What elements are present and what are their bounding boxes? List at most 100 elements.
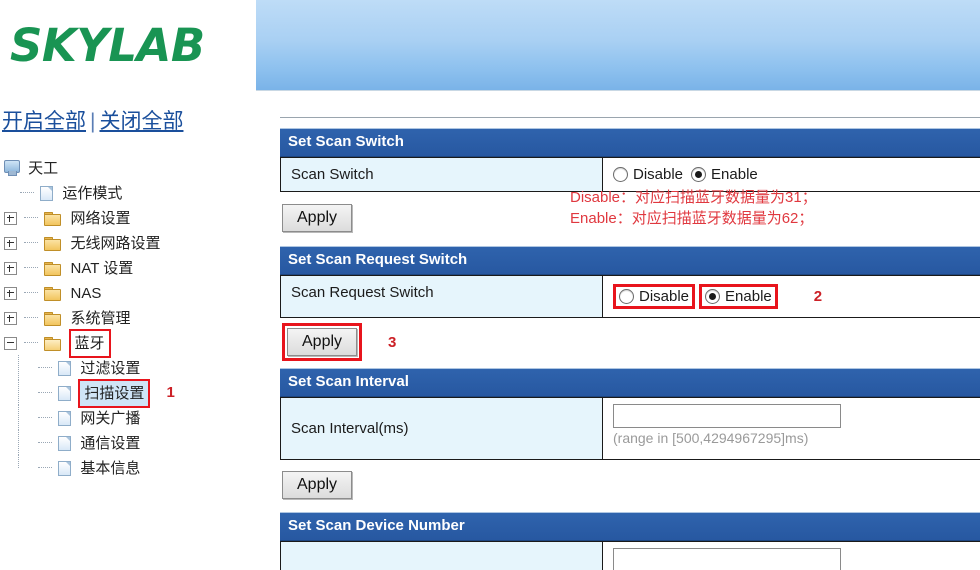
annotation-marker-2: 2 bbox=[813, 288, 823, 305]
table-row: Scan Interval(ms) (range in [500,4294967… bbox=[280, 397, 980, 460]
apply-button-scan-interval[interactable]: Apply bbox=[282, 471, 353, 499]
sidebar-item-label: 运作模式 bbox=[62, 184, 123, 202]
sidebar-item-network-settings[interactable]: 网络设置 bbox=[4, 205, 254, 230]
sidebar-item-nas[interactable]: NAS bbox=[4, 280, 254, 305]
sidebar-item-gateway-broadcast[interactable]: 网关广播 bbox=[4, 405, 254, 430]
sidebar-item-operation-mode[interactable]: 运作模式 bbox=[4, 180, 254, 205]
expand-plus-icon[interactable] bbox=[4, 311, 17, 325]
scan-switch-radio-group: Disable Enable bbox=[613, 166, 766, 183]
sidebar-item-label: 系统管理 bbox=[70, 309, 131, 327]
tree-connector bbox=[24, 317, 39, 319]
sidebar-item-bluetooth[interactable]: 蓝牙 bbox=[4, 328, 254, 358]
tree-connector bbox=[24, 267, 39, 269]
document-icon bbox=[40, 185, 54, 201]
tree-connector bbox=[24, 292, 39, 294]
row-label: Scan Interval(ms) bbox=[281, 398, 603, 459]
radio-dot-icon bbox=[705, 289, 721, 304]
table-row bbox=[280, 541, 980, 570]
apply-bar: Apply bbox=[280, 460, 980, 512]
sidebar-item-label: 通信设置 bbox=[80, 434, 141, 452]
radio-dot-icon bbox=[619, 289, 634, 304]
folder-icon bbox=[44, 211, 62, 226]
document-icon bbox=[58, 385, 72, 401]
sidebar-item-label: 过滤设置 bbox=[80, 359, 141, 377]
sidebar-item-system-management[interactable]: 系统管理 bbox=[4, 305, 254, 330]
sidebar-item-scan-settings[interactable]: 扫描设置 1 bbox=[4, 378, 254, 408]
sidebar-item-label: 基本信息 bbox=[80, 459, 141, 477]
links-separator: | bbox=[90, 110, 96, 133]
tree-connector bbox=[24, 342, 39, 344]
sidebar-item-filter-settings[interactable]: 过滤设置 bbox=[4, 355, 254, 380]
row-label bbox=[281, 542, 603, 570]
page-root: SKYLAB 开启全部 | 关闭全部 天工 运作模式 网络设置 无线网路设置 N… bbox=[0, 0, 980, 570]
settings-forms: Set Scan Switch Scan Switch Disable Enab… bbox=[280, 128, 980, 570]
section-set-scan-switch: Set Scan Switch Scan Switch Disable Enab… bbox=[280, 128, 980, 246]
folder-icon bbox=[44, 311, 62, 326]
expand-all-link[interactable]: 开启全部 bbox=[2, 110, 86, 133]
scan-device-number-input[interactable] bbox=[613, 548, 841, 570]
radio-scan-switch-disable[interactable]: Disable bbox=[613, 166, 683, 183]
navigation-tree: 天工 运作模式 网络设置 无线网路设置 NAT 设置 NAS 系统管理 蓝牙 过… bbox=[4, 155, 254, 480]
tree-connector bbox=[24, 242, 39, 244]
tree-connector bbox=[24, 217, 39, 219]
section-set-scan-device-number: Set Scan Device Number bbox=[280, 512, 980, 570]
main-content: Set Scan Switch Scan Switch Disable Enab… bbox=[256, 0, 980, 570]
folder-icon bbox=[44, 236, 62, 251]
apply-bar: Apply 3 bbox=[280, 318, 980, 368]
folder-icon bbox=[44, 286, 62, 301]
sidebar-item-label: 蓝牙 bbox=[68, 328, 111, 358]
row-control: (range in [500,4294967295]ms) bbox=[603, 398, 980, 459]
tree-connector bbox=[38, 442, 52, 444]
sidebar-item-wireless-settings[interactable]: 无线网路设置 bbox=[4, 230, 254, 255]
page-banner bbox=[256, 0, 980, 91]
tree-root-node[interactable]: 天工 bbox=[4, 155, 254, 180]
device-icon bbox=[4, 160, 20, 177]
expand-plus-icon[interactable] bbox=[4, 261, 17, 275]
row-label: Scan Request Switch bbox=[281, 276, 603, 317]
radio-scan-request-disable[interactable]: Disable bbox=[613, 284, 696, 309]
sidebar-item-nat-settings[interactable]: NAT 设置 bbox=[4, 255, 254, 280]
sidebar-item-label: NAS bbox=[70, 284, 102, 302]
section-title: Set Scan Interval bbox=[280, 368, 980, 397]
horizontal-divider bbox=[280, 117, 980, 118]
sidebar-item-label: 扫描设置 bbox=[78, 378, 151, 408]
scan-switch-note: Disable：对应扫描蓝牙数据量为31； Enable：对应扫描蓝牙数据量为6… bbox=[570, 187, 817, 229]
expand-plus-icon[interactable] bbox=[4, 236, 17, 250]
sidebar-item-label: NAT 设置 bbox=[70, 259, 134, 277]
document-icon bbox=[58, 360, 72, 376]
row-control: Disable Enable 2 bbox=[603, 276, 980, 317]
folder-open-icon bbox=[44, 336, 62, 351]
radio-dot-icon bbox=[613, 167, 628, 182]
radio-label: Disable bbox=[633, 166, 684, 183]
tree-connector bbox=[38, 467, 52, 469]
row-label: Scan Switch bbox=[281, 158, 603, 191]
tree-connector bbox=[38, 392, 52, 394]
section-set-scan-interval: Set Scan Interval Scan Interval(ms) (ran… bbox=[280, 368, 980, 512]
apply-button-scan-request-switch[interactable]: Apply bbox=[287, 328, 358, 356]
annotation-marker-3: 3 bbox=[388, 333, 397, 351]
collapse-all-link[interactable]: 关闭全部 bbox=[99, 110, 183, 133]
folder-icon bbox=[44, 261, 62, 276]
radio-dot-icon bbox=[691, 167, 707, 182]
radio-scan-request-enable[interactable]: Enable bbox=[699, 284, 778, 309]
radio-scan-switch-enable[interactable]: Enable bbox=[691, 166, 758, 183]
sidebar-item-basic-info[interactable]: 基本信息 bbox=[4, 455, 254, 480]
annotation-marker-1: 1 bbox=[166, 384, 175, 401]
sidebar-item-label: 网关广播 bbox=[80, 409, 141, 427]
scan-request-switch-radio-group: Disable Enable bbox=[613, 284, 786, 309]
document-icon bbox=[58, 435, 72, 451]
expand-plus-icon[interactable] bbox=[4, 211, 17, 225]
apply-button-scan-switch[interactable]: Apply bbox=[282, 204, 353, 232]
expand-plus-icon[interactable] bbox=[4, 286, 17, 300]
radio-label: Enable bbox=[711, 166, 758, 183]
scan-interval-input[interactable] bbox=[613, 404, 841, 428]
sidebar-item-label: 无线网路设置 bbox=[70, 234, 161, 252]
tree-connector bbox=[20, 192, 34, 194]
section-title: Set Scan Request Switch bbox=[280, 246, 980, 275]
tree-root-label: 天工 bbox=[28, 159, 59, 177]
skylab-logo: SKYLAB bbox=[10, 18, 240, 74]
section-set-scan-request-switch: Set Scan Request Switch Scan Request Swi… bbox=[280, 246, 980, 368]
collapse-minus-icon[interactable] bbox=[4, 336, 17, 350]
document-icon bbox=[58, 460, 72, 476]
sidebar-item-communication-settings[interactable]: 通信设置 bbox=[4, 430, 254, 455]
